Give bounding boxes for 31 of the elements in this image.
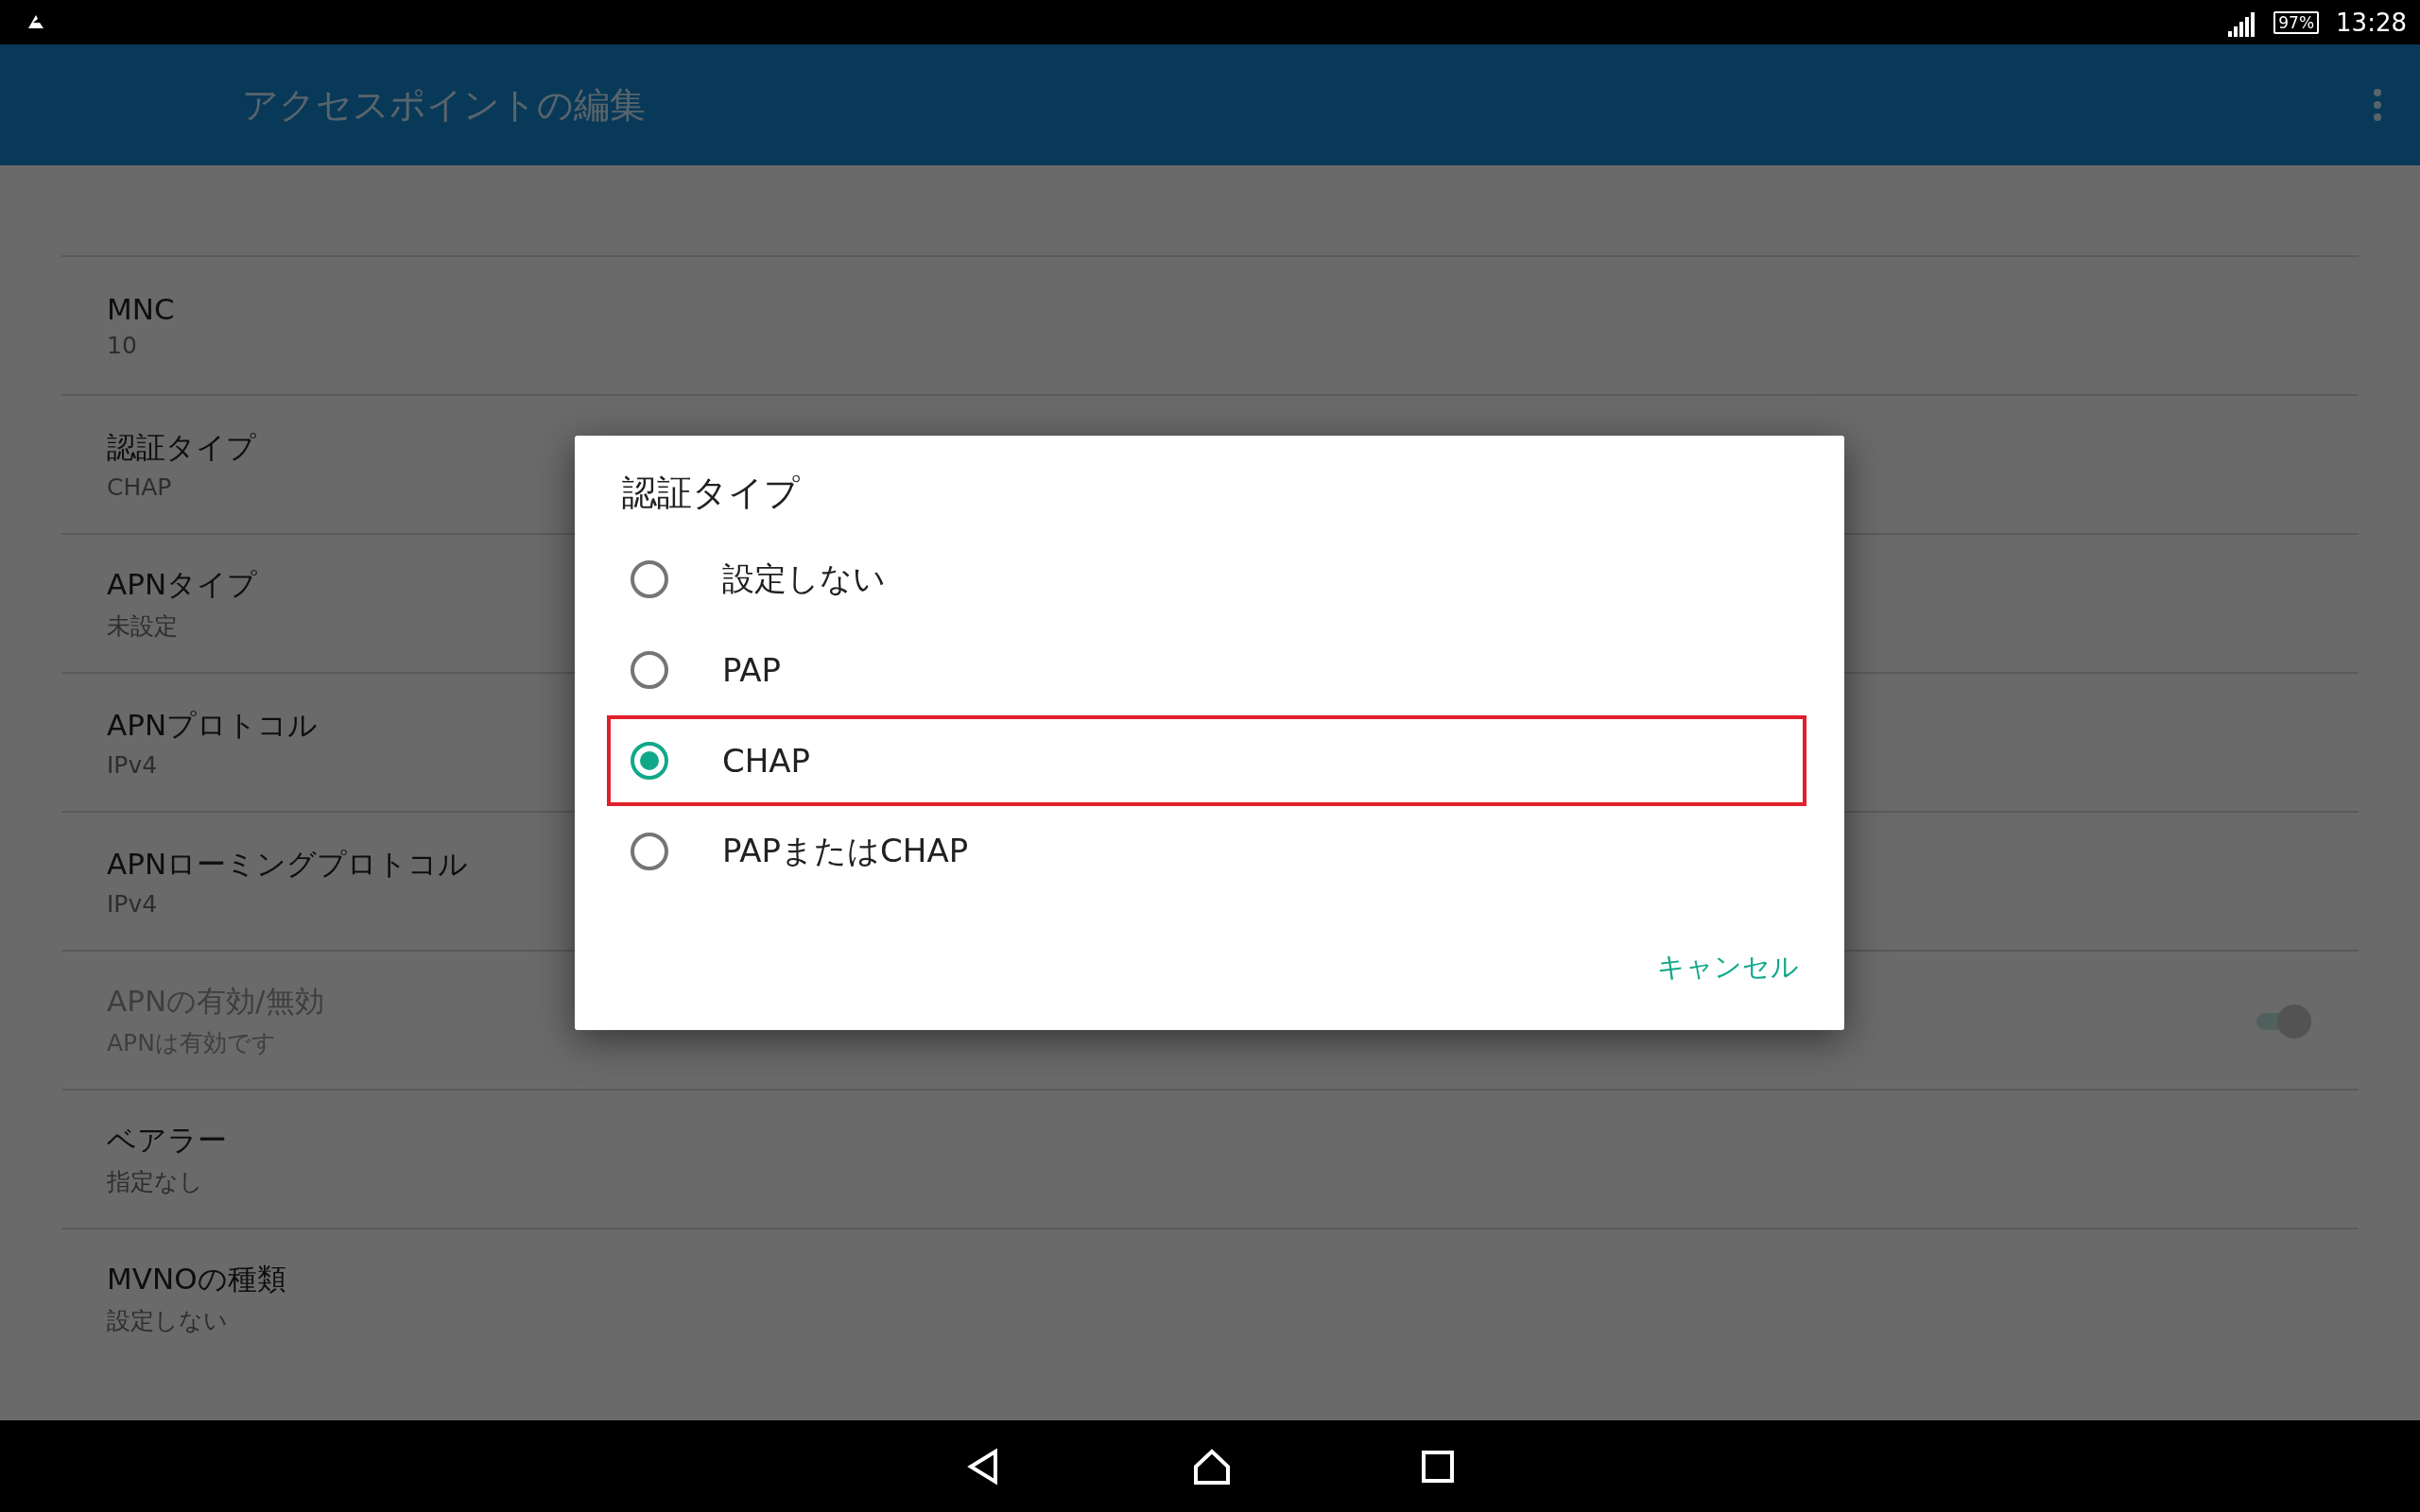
option-label[interactable]: PAPまたはCHAP [722,830,969,873]
battery-level: 97% [2273,10,2320,34]
setting-item[interactable]: MNC 10 [61,255,2359,394]
option-label[interactable]: 設定しない [722,558,886,601]
dialog-title: 認証タイプ [622,472,801,515]
app-bar-title: アクセスポイントの編集 [242,82,647,128]
setting-summary: 指定なし [107,1167,203,1197]
radio-button[interactable] [630,650,669,690]
setting-label: APNタイプ [107,566,258,603]
setting-summary: 設定しない [107,1306,228,1336]
setting-label: MNC [107,292,175,326]
clock: 13:28 [2336,8,2407,37]
setting-label: APNローミングプロトコル [107,846,469,883]
setting-label: ベアラー [107,1122,227,1159]
setting-summary: IPv4 [107,890,158,918]
setting-summary: IPv4 [107,751,158,779]
setting-label: 認証タイプ [107,429,256,466]
option-label[interactable]: CHAP [722,742,811,780]
setting-summary: 未設定 [107,611,178,642]
radio-button[interactable] [630,559,669,599]
setting-item[interactable]: ベアラー 指定なし [61,1089,2359,1228]
recents-icon[interactable] [1421,1449,1455,1484]
setting-item[interactable]: MVNOの種類 設定しない [61,1228,2359,1366]
radio-button[interactable] [630,832,669,871]
setting-summary: CHAP [107,473,172,501]
setting-summary: 10 [107,332,137,359]
home-icon[interactable] [1192,1447,1232,1486]
setting-label: APNプロトコル [107,707,319,744]
option-label[interactable]: PAP [722,651,782,689]
setting-label: MVNOの種類 [107,1261,286,1297]
radio-button[interactable] [630,741,669,781]
